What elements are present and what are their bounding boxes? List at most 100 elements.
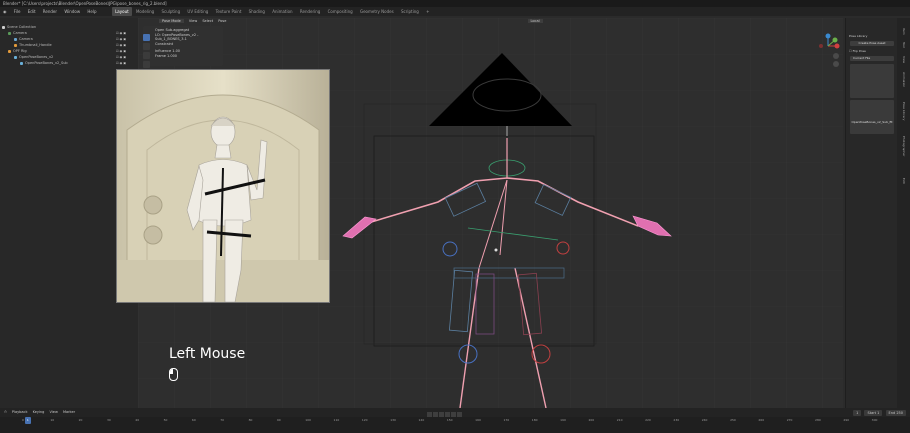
create-pose-asset-button[interactable]: Create Pose Asset xyxy=(850,41,894,46)
timeline-tick: 270 xyxy=(786,418,793,422)
y-axis-icon[interactable] xyxy=(832,37,838,43)
timeline-editor-icon[interactable]: ⏱ xyxy=(4,410,7,414)
visibility-toggles[interactable]: ☑ ◉ ▣ xyxy=(116,37,136,42)
cursor-tool-icon[interactable] xyxy=(143,43,150,50)
prev-key-icon[interactable] xyxy=(433,411,438,417)
menu-edit[interactable]: Edit xyxy=(25,7,39,16)
timeline-tick: 10 xyxy=(50,418,55,422)
operator-line[interactable]: Frame 1.000 xyxy=(143,53,223,58)
outliner-label: OpenPoseBones_v2 xyxy=(19,55,54,59)
jump-end-icon[interactable] xyxy=(457,411,462,417)
add-workspace-button[interactable]: + xyxy=(423,7,432,16)
menu-view[interactable]: View xyxy=(189,19,197,23)
orientation-dropdown[interactable]: Local xyxy=(527,19,543,23)
outliner-row[interactable]: Camera xyxy=(8,31,27,36)
visibility-toggles[interactable]: ☑ ◉ ▣ xyxy=(116,55,136,60)
tab-scripting[interactable]: Scripting xyxy=(398,7,422,16)
jump-start-icon[interactable] xyxy=(427,411,432,417)
blender-logo-icon[interactable]: ◉ xyxy=(0,7,10,16)
current-frame-field[interactable]: 1 xyxy=(853,410,862,416)
menu-marker[interactable]: Marker xyxy=(63,410,75,414)
menu-render[interactable]: Render xyxy=(40,7,60,16)
tab-modeling[interactable]: Modeling xyxy=(133,7,157,16)
outliner-row[interactable]: OpenPoseBones_v2 xyxy=(14,55,53,60)
outliner-label: Camera xyxy=(19,37,33,41)
timeline-tick: 160 xyxy=(475,418,481,422)
visibility-toggles[interactable]: ☑ ◉ ▣ xyxy=(116,31,136,36)
end-frame-field[interactable]: End 250 xyxy=(885,410,906,416)
x-axis-icon[interactable] xyxy=(834,43,840,49)
tab-animation[interactable]: Animation xyxy=(900,72,906,87)
start-value: 1 xyxy=(877,411,880,415)
outliner-row[interactable]: Thumbnail_Handle xyxy=(14,43,52,48)
move-tool-icon[interactable] xyxy=(143,52,150,59)
collection-icon xyxy=(2,25,5,29)
start-frame-field[interactable]: Start 1 xyxy=(864,410,883,416)
select-tool-icon[interactable] xyxy=(143,34,150,41)
tab-animation[interactable]: Animation xyxy=(269,7,295,16)
timeline-tick: 90 xyxy=(276,418,281,422)
play-icon[interactable] xyxy=(445,411,450,417)
tab-texture-paint[interactable]: Texture Paint xyxy=(213,7,245,16)
menu-playback[interactable]: Playback xyxy=(12,410,28,414)
visibility-toggles[interactable]: ☑ ◉ ▣ xyxy=(116,43,136,48)
neg-x-axis-icon[interactable] xyxy=(819,44,823,48)
navigation-gizmo[interactable] xyxy=(818,30,844,70)
tab-geometry-nodes[interactable]: Geometry Nodes xyxy=(357,7,397,16)
tab-photographer[interactable]: Photographer xyxy=(900,136,906,156)
tab-sculpting[interactable]: Sculpting xyxy=(158,7,183,16)
timeline-tick: 30 xyxy=(106,418,111,422)
outliner-row[interactable]: OpenPoseBones_v2_Sub xyxy=(20,61,68,66)
tab-pose-library[interactable]: Pose Library xyxy=(900,102,906,120)
operator-line[interactable]: Influence 1.00 xyxy=(143,46,223,53)
outliner-row[interactable]: Camera xyxy=(14,37,33,42)
next-key-icon[interactable] xyxy=(451,411,456,417)
timeline-tick: 210 xyxy=(616,418,623,422)
operator-panel[interactable]: Open Sub.aggregat LO: OpenPoseBones_v2 -… xyxy=(143,26,223,66)
rotate-tool-icon[interactable] xyxy=(143,61,150,68)
tab-layout[interactable]: Layout xyxy=(112,7,132,16)
flip-pose-label: Flip Pose xyxy=(852,49,866,53)
timeline-tick: 170 xyxy=(503,418,510,422)
pose-thumbnail[interactable] xyxy=(850,64,894,98)
panel-title: Pose Library xyxy=(849,34,868,38)
tab-rendering[interactable]: Rendering xyxy=(297,7,323,16)
menu-help[interactable]: Help xyxy=(84,7,99,16)
visibility-toggles[interactable]: ☑ ◉ ▣ xyxy=(116,49,136,54)
z-axis-icon[interactable] xyxy=(825,33,831,39)
top-menubar: ◉ File Edit Render Window Help Layout Mo… xyxy=(0,7,910,16)
tab-shading[interactable]: Shading xyxy=(246,7,268,16)
end-value: 250 xyxy=(896,411,903,415)
pan-icon[interactable] xyxy=(833,61,839,67)
mode-dropdown[interactable]: Pose Mode xyxy=(159,19,184,23)
visibility-toggles[interactable]: ☑ ◉ ▣ xyxy=(116,61,136,66)
current-frame-indicator[interactable]: 1 xyxy=(24,417,31,424)
menu-file[interactable]: File xyxy=(11,7,24,16)
timeline-tick: 130 xyxy=(390,418,396,422)
statue-photo xyxy=(117,70,329,302)
timeline-scrubber[interactable]: 1 0 10 20 30 40 50 60 70 80 90 100 110 120 130 140 150 1… xyxy=(0,417,910,433)
pose-thumbnail[interactable]: OpenPoseBones_v2_Sub_fit xyxy=(850,100,894,134)
tab-uv-editing[interactable]: UV Editing xyxy=(184,7,211,16)
play-reverse-icon[interactable] xyxy=(439,411,444,417)
timeline-tick: 280 xyxy=(815,418,821,422)
tab-view[interactable]: View xyxy=(900,56,906,63)
tab-edit[interactable]: Edit xyxy=(900,178,906,184)
timeline-tick: 200 xyxy=(588,418,595,422)
zoom-icon[interactable] xyxy=(833,53,839,59)
flip-pose-checkbox[interactable]: ☐ Flip Pose xyxy=(849,49,866,53)
outliner-row[interactable]: OPF Rig xyxy=(8,49,27,54)
tab-tool[interactable]: Tool xyxy=(900,42,906,48)
timeline-tick: 60 xyxy=(191,418,196,422)
library-dropdown[interactable]: Current File xyxy=(850,56,894,61)
menu-pose[interactable]: Pose xyxy=(218,19,226,23)
mouse-icon xyxy=(169,368,178,381)
menu-keying[interactable]: Keying xyxy=(33,410,45,414)
tab-compositing[interactable]: Compositing xyxy=(325,7,356,16)
menu-select[interactable]: Select xyxy=(202,19,213,23)
menu-view[interactable]: View xyxy=(50,410,58,414)
armature-icon xyxy=(8,49,11,53)
tab-item[interactable]: Item xyxy=(900,28,906,35)
menu-window[interactable]: Window xyxy=(61,7,83,16)
outliner-row[interactable]: Scene Collection xyxy=(2,25,36,30)
